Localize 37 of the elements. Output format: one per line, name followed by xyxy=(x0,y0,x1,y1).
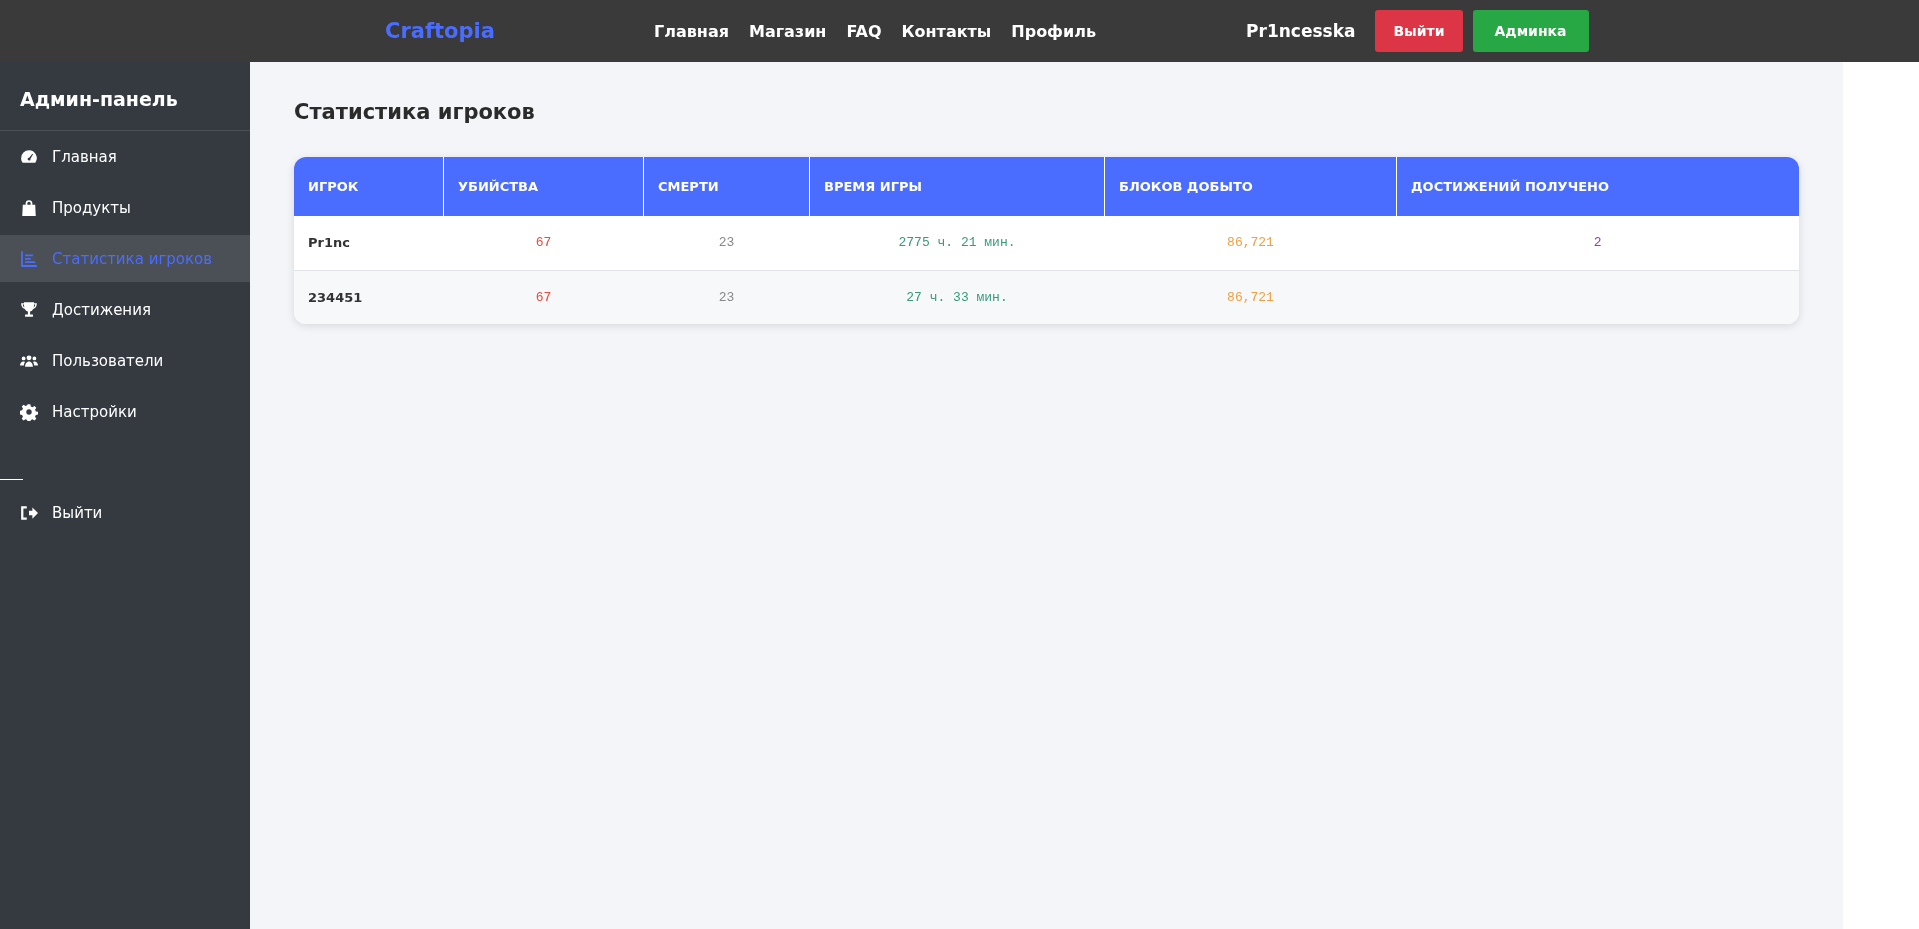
bar-chart-icon xyxy=(20,249,38,268)
player-name: Pr1nc xyxy=(308,235,350,251)
column-header: УБИЙСТВА xyxy=(443,157,644,216)
sidebar-item[interactable]: Пользователи xyxy=(0,337,250,384)
gauge-icon xyxy=(20,147,38,166)
column-header: БЛОКОВ ДОБЫТО xyxy=(1104,157,1397,216)
blocks-value: 86,721 xyxy=(1227,289,1274,305)
blocks-value: 86,721 xyxy=(1227,235,1274,251)
column-header: ИГРОК xyxy=(294,157,444,216)
sidebar-logout[interactable]: Выйти xyxy=(0,489,250,536)
player-name: 234451 xyxy=(308,289,363,305)
nav-link[interactable]: Контакты xyxy=(901,21,992,41)
kills-value: 67 xyxy=(535,289,552,305)
playtime-value: 27 ч. 33 мин. xyxy=(906,289,1008,305)
kills-value: 67 xyxy=(535,235,552,251)
settings-icon xyxy=(20,402,38,421)
trophy-icon xyxy=(20,300,38,319)
shopping-bag-icon xyxy=(20,198,38,217)
deaths-value: 23 xyxy=(718,289,735,305)
column-header: СМЕРТИ xyxy=(643,157,810,216)
sidebar-item[interactable]: Настройки xyxy=(0,388,250,435)
sidebar-item[interactable]: Достижения xyxy=(0,286,250,333)
playtime-value: 2775 ч. 21 мин. xyxy=(898,235,1016,251)
logout-icon xyxy=(20,503,38,522)
column-header: ВРЕМЯ ИГРЫ xyxy=(809,157,1105,216)
nav-link[interactable]: Магазин xyxy=(748,21,827,41)
deaths-value: 23 xyxy=(718,235,735,251)
username: Pr1ncesska xyxy=(1246,21,1356,41)
sidebar-item[interactable]: Главная xyxy=(0,133,250,180)
sidebar-item[interactable]: Продукты xyxy=(0,184,250,231)
nav-link[interactable]: Главная xyxy=(654,21,729,41)
page-title: Статистика игроков xyxy=(294,100,536,124)
logout-button[interactable]: Выйти xyxy=(1375,10,1463,52)
achievements-value: 2 xyxy=(1593,235,1602,251)
column-header: ДОСТИЖЕНИЙ ПОЛУЧЕНО xyxy=(1396,157,1799,216)
nav-link[interactable]: FAQ xyxy=(846,21,882,41)
nav-link[interactable]: Профиль xyxy=(1011,21,1097,41)
